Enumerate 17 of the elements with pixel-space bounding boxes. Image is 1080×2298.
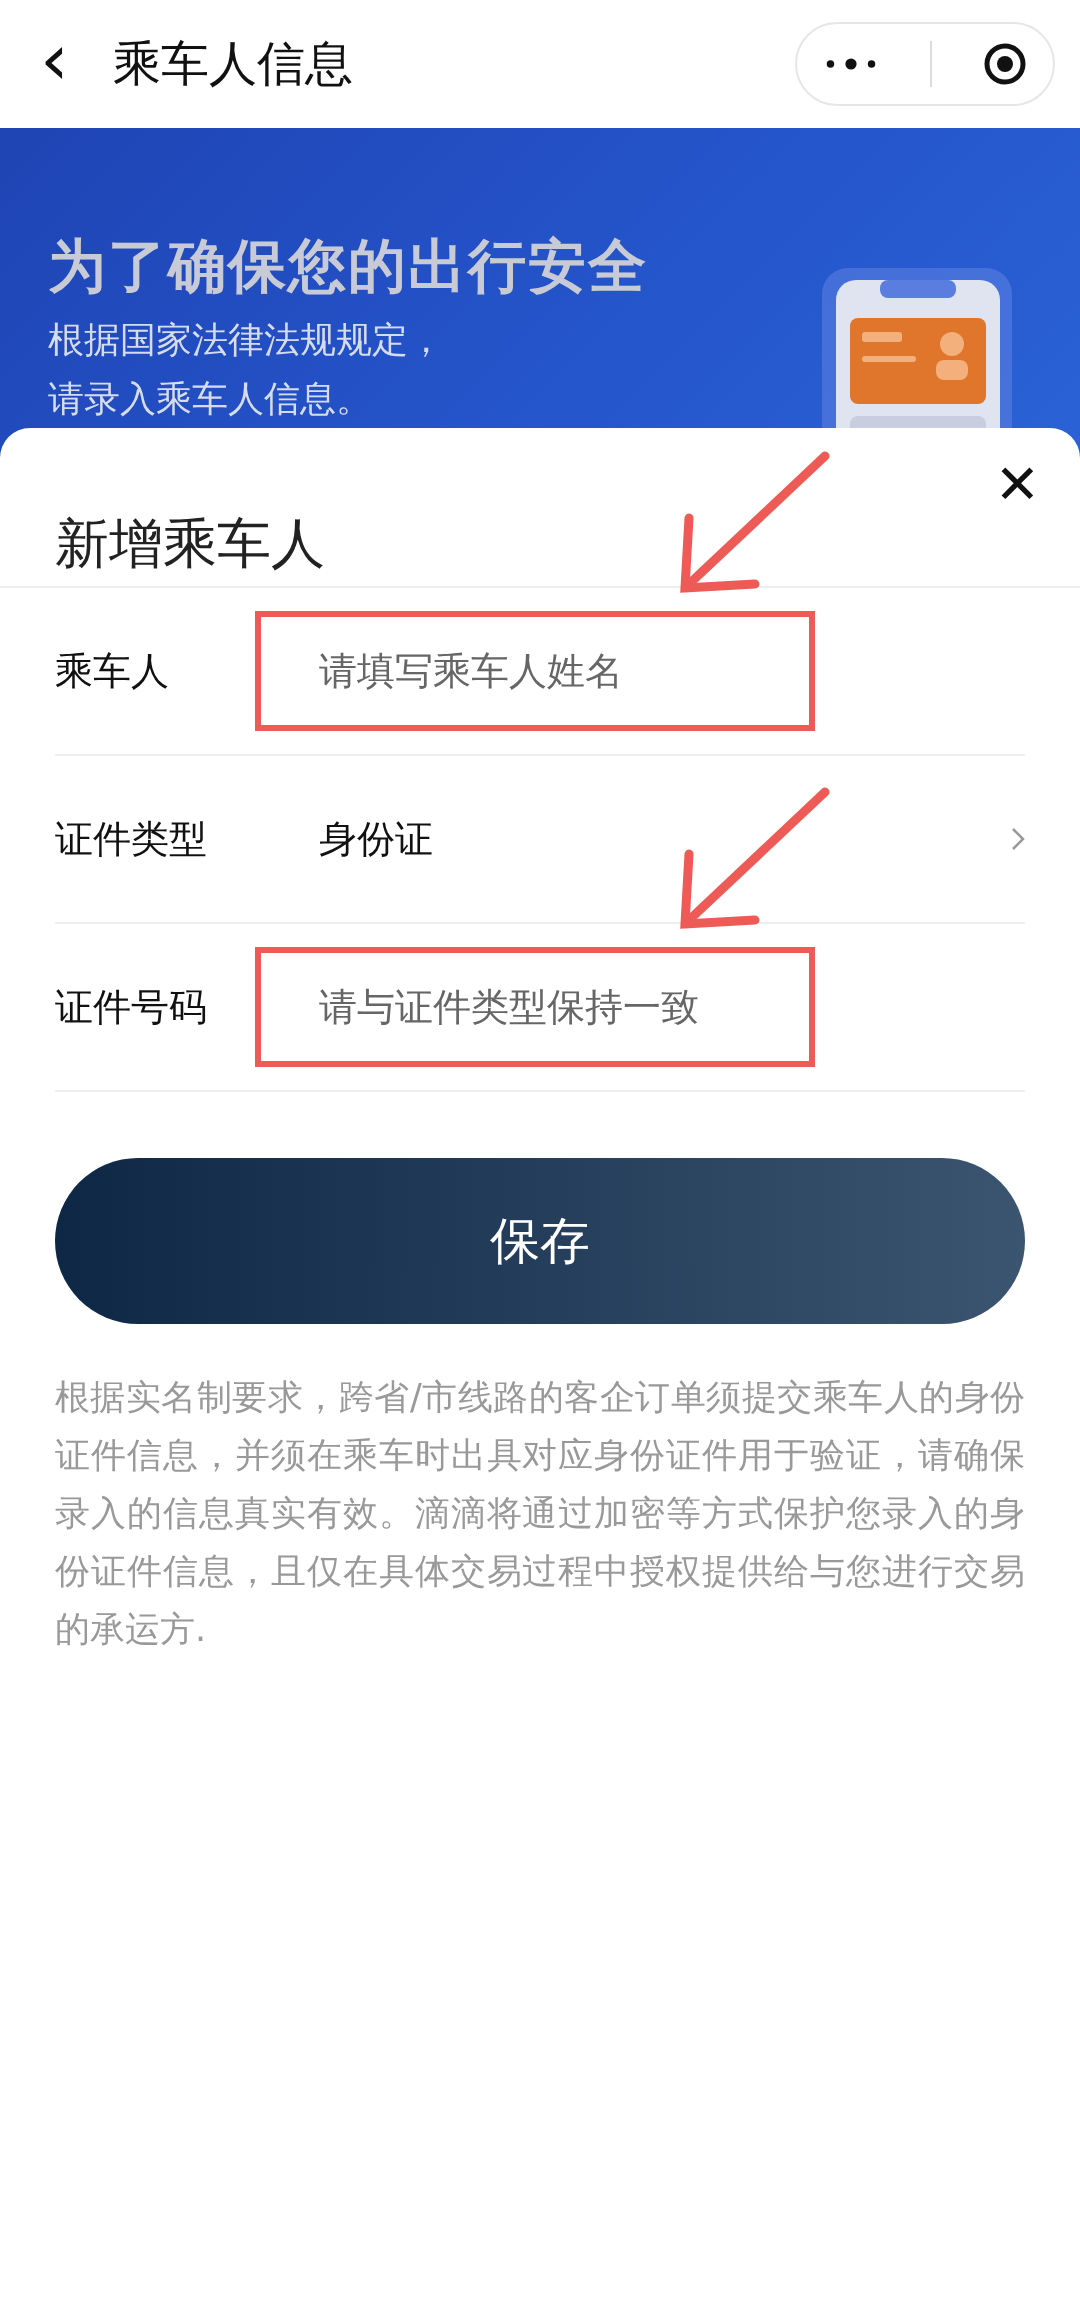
save-button[interactable]: 保存 — [55, 1158, 1025, 1324]
chevron-right-icon[interactable] — [1011, 827, 1025, 851]
input-field[interactable]: 请与证件类型保持一致 — [255, 947, 815, 1067]
close-button[interactable]: ✕ — [994, 458, 1040, 512]
banner-headline: 为了确保您的出行安全 — [48, 231, 648, 302]
id-type-value[interactable]: 身份证 — [319, 813, 1011, 865]
sheet-title: 新增乘车人 — [55, 511, 325, 577]
notice-text: 根据实名制要求，跨省/市线路的客企订单须提交乘车人的身份证件信息，并须在乘车时出具对应身份证件用于验证，请确保录入的信息真实有效。滴滴将通过加密等方式保护您录入的身份证件信息，且仅在具体交易过程中授权提供给与您进行交易的承运方. — [55, 1376, 1025, 1651]
input-field[interactable]: 请填写乘车人姓名 — [255, 611, 815, 731]
banner-text: 请录入乘车人信息。 — [48, 377, 373, 421]
page-title: 乘车人信息 — [112, 34, 354, 93]
banner-text: 根据国家法律法规规定， — [48, 318, 445, 362]
field-label: 证件类型 — [55, 815, 208, 863]
field-label: 乘车人 — [55, 647, 170, 695]
close-program-icon[interactable] — [983, 42, 1028, 86]
back-button[interactable]: ‹ — [40, 23, 69, 95]
field-label: 证件号码 — [55, 983, 208, 1031]
